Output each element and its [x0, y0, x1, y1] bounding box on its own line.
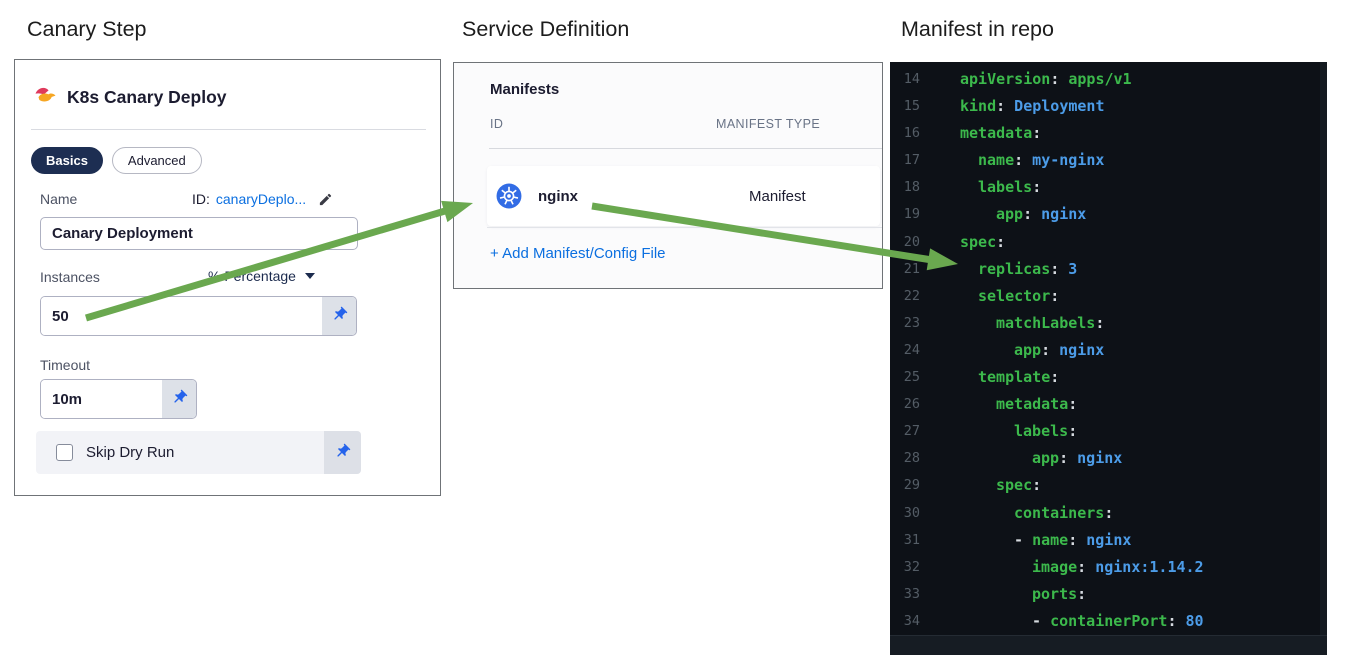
- code-lines: 14 apiVersion: apps/v1 15 kind: Deployment 1…: [890, 62, 1327, 635]
- canary-step-card: K8s Canary Deploy Basics Advanced Name I…: [14, 59, 441, 496]
- editor-scrollbar[interactable]: [1320, 62, 1327, 635]
- name-label: Name: [40, 191, 78, 207]
- code-line: 27 labels:: [903, 422, 1078, 441]
- skip-dry-run-pin-button[interactable]: [324, 431, 361, 474]
- manifests-title: Manifests: [490, 81, 560, 98]
- column-header-id: ID: [490, 117, 504, 131]
- code-line: 31- name: nginx: [903, 530, 1132, 549]
- code-line: 16 metadata:: [903, 124, 1042, 143]
- code-line: 22 selector:: [903, 286, 1060, 305]
- code-line: 33 ports:: [903, 584, 1087, 603]
- id-prefix: ID:: [192, 191, 210, 207]
- code-line: 20 spec:: [903, 232, 1006, 251]
- code-line: 30 containers:: [903, 503, 1114, 522]
- edit-pencil-icon[interactable]: [318, 192, 333, 207]
- instances-input[interactable]: [41, 297, 322, 335]
- skip-dry-run-row: Skip Dry Run: [36, 431, 361, 474]
- code-line: 34- containerPort: 80: [903, 611, 1204, 630]
- code-line: 14 apiVersion: apps/v1: [903, 70, 1132, 88]
- column-header-manifest-type: MANIFEST TYPE: [716, 117, 821, 131]
- code-line: 32 image: nginx:1.14.2: [903, 557, 1204, 576]
- manifest-row[interactable]: nginx Manifest: [487, 166, 880, 226]
- divider: [487, 227, 882, 228]
- manifest-row-id: nginx: [538, 187, 578, 205]
- code-line: 24 app: nginx: [903, 340, 1105, 359]
- instances-unit-value: % Percentage: [208, 268, 296, 284]
- code-line: 23 matchLabels:: [903, 313, 1105, 332]
- timeout-pin-button[interactable]: [162, 380, 196, 418]
- pin-icon: [171, 389, 188, 409]
- code-line: 21 replicas: 3: [903, 259, 1078, 278]
- code-line: 17 name: my-nginx: [903, 151, 1105, 170]
- kubernetes-icon: [496, 183, 522, 209]
- tab-advanced[interactable]: Advanced: [111, 147, 202, 174]
- heading-service-definition: Service Definition: [462, 17, 630, 41]
- pin-icon: [334, 443, 351, 463]
- step-title: K8s Canary Deploy: [67, 87, 227, 107]
- divider: [31, 129, 426, 130]
- name-input[interactable]: [40, 217, 358, 250]
- step-id-link[interactable]: canaryDeplo...: [216, 191, 306, 207]
- yaml-editor[interactable]: 14 apiVersion: apps/v1 15 kind: Deployment 1…: [890, 62, 1327, 655]
- heading-manifest-in-repo: Manifest in repo: [901, 17, 1054, 41]
- tab-basics[interactable]: Basics: [31, 147, 103, 174]
- code-line: 15 kind: Deployment: [903, 97, 1105, 116]
- skip-dry-run-label: Skip Dry Run: [86, 444, 175, 461]
- instances-unit-dropdown[interactable]: % Percentage: [208, 268, 315, 284]
- heading-canary-step: Canary Step: [27, 17, 147, 41]
- divider: [489, 148, 882, 149]
- service-definition-card: Manifests ID MANIFEST TYPE nginx Manifes…: [453, 62, 883, 289]
- editor-bottom-bar: [890, 635, 1327, 655]
- timeout-input[interactable]: [41, 380, 162, 418]
- canary-bird-icon: [34, 85, 58, 110]
- skip-dry-run-checkbox[interactable]: [56, 444, 73, 461]
- code-line: 19 app: nginx: [903, 205, 1087, 224]
- code-line: 26 metadata:: [903, 395, 1078, 414]
- instances-label: Instances: [40, 269, 100, 285]
- code-line: 28 app: nginx: [903, 449, 1123, 468]
- add-manifest-link[interactable]: + Add Manifest/Config File: [490, 245, 666, 262]
- chevron-down-icon: [304, 273, 315, 279]
- timeout-label: Timeout: [40, 357, 91, 373]
- code-line: 18 labels:: [903, 178, 1042, 197]
- instances-pin-button[interactable]: [322, 297, 356, 335]
- manifest-row-type: Manifest: [749, 187, 806, 205]
- code-line: 29 spec:: [903, 476, 1042, 495]
- code-line: 25 template:: [903, 368, 1060, 387]
- pin-icon: [331, 306, 348, 326]
- page: Canary Step Service Definition Manifest …: [0, 0, 1346, 659]
